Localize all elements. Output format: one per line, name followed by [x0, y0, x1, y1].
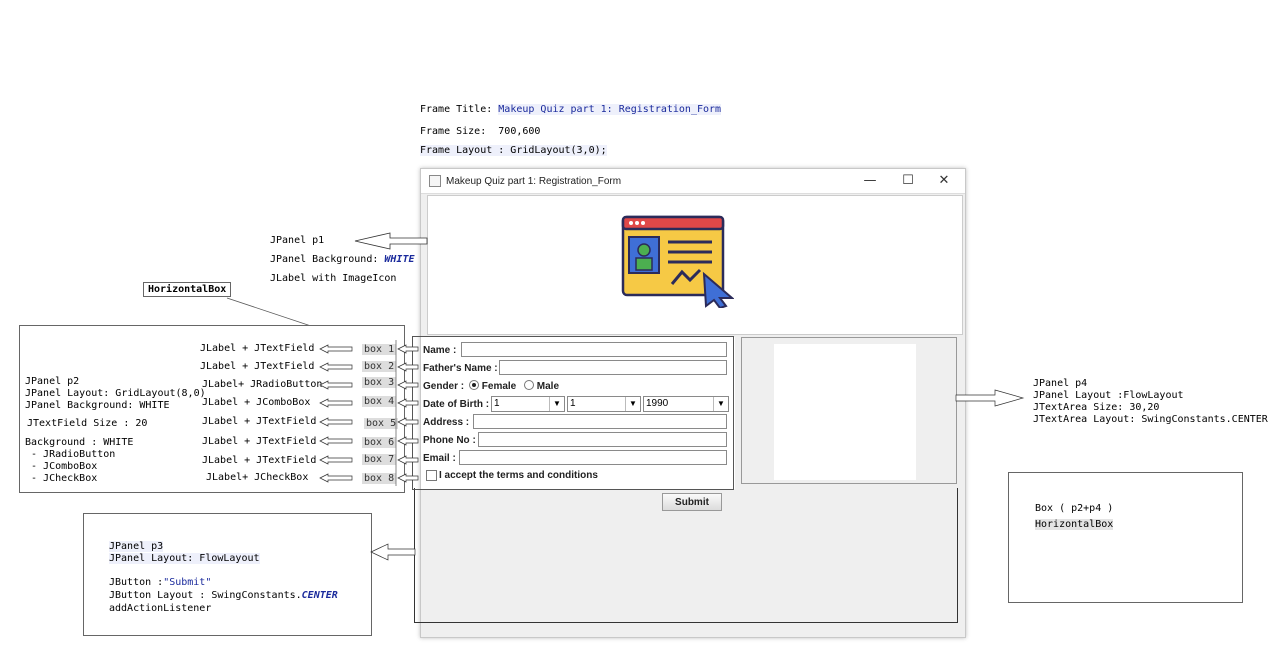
row-arrows — [319, 340, 419, 486]
box-note-line1: Box ( p2+p4 ) — [1035, 503, 1114, 514]
row-desc: JLabel + JComboBox — [202, 397, 311, 408]
horizontal-box-tag: HorizontalBox — [143, 282, 232, 297]
box-note — [1008, 472, 1243, 603]
p2-note-block2: Background : WHITE - JRadioButton - JCom… — [25, 437, 133, 485]
minimize-button[interactable]: — — [853, 171, 887, 191]
p4-note-line: JPanel p4 — [1033, 378, 1088, 389]
p4-note-line: JTextArea Size: 30,20 — [1033, 402, 1160, 413]
p2-note-block1: JPanel p2 JPanel Layout: GridLayout(8,0)… — [25, 376, 206, 412]
arrow-left-icon — [354, 232, 428, 250]
p3-note-line2: JPanel Layout: FlowLayout — [109, 553, 260, 564]
p2-outline — [412, 336, 734, 490]
box-note-line2: HorizontalBox — [1035, 519, 1114, 530]
frame-size-spec: Frame Size: 700,600 — [420, 126, 541, 137]
window-title: Makeup Quiz part 1: Registration_Form — [446, 175, 622, 187]
p1-note-line3: JLabel with ImageIcon — [270, 273, 397, 284]
p2-note-line: - JRadioButton — [25, 449, 116, 460]
row-desc: JLabel + JTextField — [200, 343, 315, 354]
p2-note-line: JTextField Size : 20 — [27, 418, 148, 429]
arrow-right-icon — [955, 389, 1025, 407]
window-titlebar: Makeup Quiz part 1: Registration_Form — … — [421, 169, 965, 194]
panel-p1-image — [427, 195, 963, 335]
p2-note-line: - JComboBox — [25, 461, 98, 472]
p1-note-line1: JPanel p1 — [270, 235, 325, 246]
arrow-left-icon — [370, 543, 416, 561]
p4-note-line: JTextArea Layout: SwingConstants.CENTER — [1033, 414, 1268, 425]
text-area[interactable] — [774, 344, 916, 480]
p2-note-line: Background : WHITE — [25, 437, 134, 448]
p3-outline — [414, 488, 958, 623]
frame-title-spec: Frame Title: Makeup Quiz part 1: Registr… — [420, 104, 722, 115]
p3-note-box — [83, 513, 372, 636]
p3-note-line1: JPanel p3 — [109, 541, 164, 552]
java-app-icon — [429, 175, 441, 187]
p3-note-line3: JButton :"Submit" — [109, 577, 212, 588]
p3-note-line4: JButton Layout : SwingConstants.CENTER — [109, 590, 338, 601]
panel-p4 — [741, 337, 957, 484]
maximize-button[interactable]: ☐ — [891, 171, 925, 191]
p4-note-line: JPanel Layout :FlowLayout — [1033, 390, 1184, 401]
close-button[interactable]: ✕ — [927, 171, 961, 191]
frame-layout-spec: Frame Layout : GridLayout(3,0); — [420, 145, 607, 156]
p3-note-line5: addActionListener — [109, 603, 212, 614]
row-desc: JLabel+ JCheckBox — [206, 472, 309, 483]
row-desc: JLabel + JTextField — [202, 455, 317, 466]
p2-note-line: - JCheckBox — [25, 473, 98, 484]
p2-note-line: JPanel Layout: GridLayout(8,0) — [25, 388, 206, 399]
p2-note-line: JPanel Background: WHITE — [25, 400, 170, 411]
row-desc: JLabel + JTextField — [202, 416, 317, 427]
row-desc: JLabel+ JRadioButton — [202, 379, 323, 390]
registration-form-icon — [621, 215, 734, 308]
p2-note-line: JPanel p2 — [25, 376, 80, 387]
row-desc: JLabel + JTextField — [202, 436, 317, 447]
p1-note-line2: JPanel Background: WHITE — [270, 254, 415, 265]
row-desc: JLabel + JTextField — [200, 361, 315, 372]
p4-note: JPanel p4 JPanel Layout :FlowLayout JTex… — [1033, 378, 1268, 426]
